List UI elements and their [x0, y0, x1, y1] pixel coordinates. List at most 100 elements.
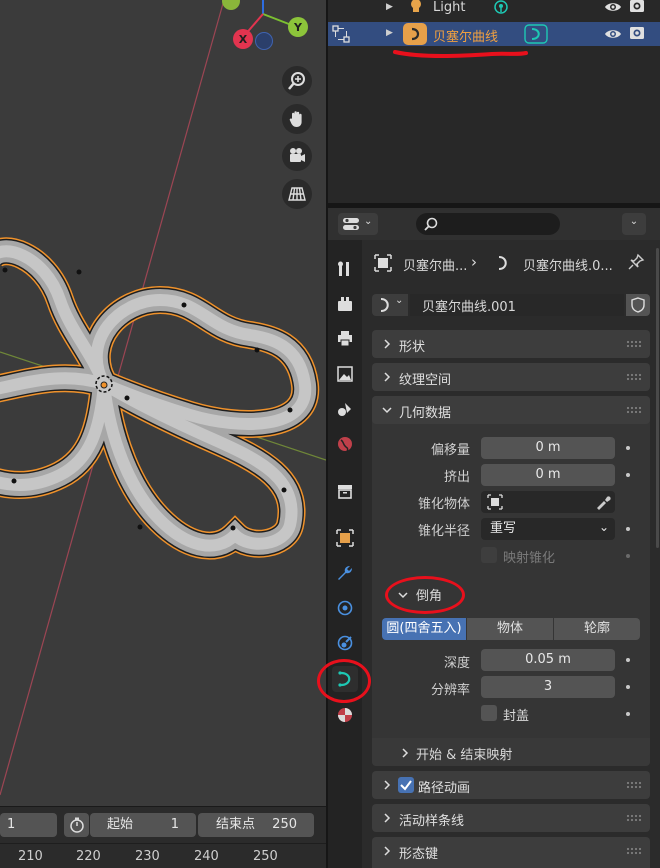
map-taper-checkbox[interactable]	[481, 547, 497, 563]
bevel-mode-object[interactable]: 物体	[467, 618, 553, 640]
bevel-mode-profile[interactable]: 轮廓	[554, 618, 640, 640]
stopwatch-icon	[69, 817, 84, 833]
drag-handle-icon[interactable]	[626, 406, 642, 414]
outliner-row-light[interactable]: ▶ Light	[328, 0, 660, 22]
tab-object[interactable]	[332, 525, 358, 551]
taper-object-field[interactable]	[481, 491, 615, 513]
gizmo-neg-z-ball[interactable]	[255, 32, 273, 50]
properties-editor: ⌄ ⌄ 贝塞尔曲... › 贝塞尔曲线.0... ⌄ 贝塞尔曲线.001 形状 …	[317, 208, 660, 868]
tab-output[interactable]	[332, 326, 358, 352]
panel-active-spline[interactable]: 活动样条线	[372, 804, 650, 832]
current-frame-field[interactable]: 1	[0, 813, 57, 837]
panel-texture-space[interactable]: 纹理空间	[372, 363, 650, 391]
drag-handle-icon[interactable]	[626, 373, 642, 381]
extrude-field[interactable]: 0 m	[481, 464, 615, 486]
editor-type-dropdown[interactable]: ⌄	[338, 213, 378, 235]
tab-scene[interactable]	[332, 396, 358, 422]
panel-path-animation[interactable]: 路径动画	[372, 771, 650, 799]
drag-handle-icon[interactable]	[626, 781, 642, 789]
subpanel-start-end-mapping[interactable]: 开始 & 结束映射	[372, 738, 650, 766]
eyedropper-icon[interactable]	[595, 494, 611, 510]
drag-handle-icon[interactable]	[626, 847, 642, 855]
keyframe-dot-icon[interactable]	[626, 446, 630, 450]
datablock-browse-button[interactable]: ⌄	[372, 294, 408, 316]
render-camera-icon[interactable]	[628, 24, 646, 42]
extrude-value: 0 m	[535, 467, 561, 482]
keyframe-dot-icon[interactable]	[626, 527, 630, 531]
3d-viewport[interactable]: Y X	[0, 0, 326, 806]
fake-user-button[interactable]	[626, 294, 650, 316]
bevel-mode-round[interactable]: 圆(四舍五入)	[382, 618, 466, 640]
perspective-toggle-button[interactable]	[282, 179, 312, 209]
physics-icon	[337, 635, 353, 651]
collection-icon	[338, 485, 352, 499]
chevron-right-icon	[382, 371, 392, 386]
fill-caps-label: 封盖	[503, 709, 530, 724]
keyframe-dot-icon[interactable]	[626, 473, 630, 477]
gizmo-x-ball[interactable]: X	[233, 29, 253, 49]
checkmark-icon	[400, 780, 412, 791]
gizmo-y-ball[interactable]: Y	[288, 17, 308, 37]
pan-button[interactable]	[282, 104, 312, 134]
tab-tool[interactable]	[332, 255, 358, 281]
scene-icon	[338, 403, 351, 416]
light-object-icon	[411, 0, 421, 12]
path-animation-checkbox[interactable]	[398, 777, 414, 793]
chevron-right-icon	[382, 338, 392, 353]
taper-radius-dropdown[interactable]: 重写 ⌄	[481, 518, 615, 540]
depth-field[interactable]: 0.05 m	[481, 649, 615, 671]
light-data-icon[interactable]	[492, 0, 510, 16]
tab-material[interactable]	[332, 702, 358, 728]
options-dropdown[interactable]: ⌄	[622, 213, 646, 235]
tab-physics[interactable]	[332, 630, 358, 656]
preview-range-button[interactable]	[64, 813, 89, 837]
panel-title: 纹理空间	[399, 373, 452, 388]
subpanel-title: 开始 & 结束映射	[416, 748, 513, 763]
fill-caps-checkbox[interactable]	[481, 705, 497, 721]
expand-arrow-icon[interactable]: ▶	[386, 28, 393, 38]
printer-icon	[338, 331, 352, 347]
keyframe-dot-icon[interactable]	[626, 685, 630, 689]
keyframe-dot-icon[interactable]	[626, 554, 630, 558]
render-camera-icon[interactable]	[628, 0, 646, 15]
tab-world[interactable]	[332, 431, 358, 457]
ruler-tick: 220	[76, 849, 101, 864]
start-frame-field[interactable]: 起始 1	[90, 813, 196, 837]
datablock-name-field[interactable]: 贝塞尔曲线.001	[410, 294, 624, 316]
outliner-row-bezier-curve[interactable]: ▶ 贝塞尔曲线	[328, 22, 660, 46]
selection-toggle-icon[interactable]	[332, 25, 350, 43]
drag-handle-icon[interactable]	[626, 814, 642, 822]
hand-icon	[289, 111, 302, 127]
curve-data-icon[interactable]	[524, 24, 548, 44]
panel-geometry[interactable]: 几何数据	[372, 396, 650, 424]
camera-view-button[interactable]	[282, 141, 312, 171]
end-frame-field[interactable]: 结束点 250	[198, 813, 314, 837]
properties-scrollbar[interactable]	[656, 248, 659, 548]
properties-search-field[interactable]	[416, 213, 560, 235]
eye-icon[interactable]	[604, 25, 622, 43]
search-input[interactable]	[442, 215, 552, 233]
chevron-right-icon	[382, 779, 392, 794]
search-icon	[424, 217, 438, 231]
grid-icon	[288, 187, 306, 201]
pin-icon[interactable]	[627, 253, 645, 271]
offset-field[interactable]: 0 m	[481, 437, 615, 459]
expand-arrow-icon[interactable]: ▶	[386, 2, 393, 12]
tab-particles[interactable]	[332, 595, 358, 621]
eye-icon[interactable]	[604, 0, 622, 16]
tab-view-layer[interactable]	[332, 361, 358, 387]
material-icon	[338, 708, 352, 722]
keyframe-dot-icon[interactable]	[626, 712, 630, 716]
tab-render[interactable]	[332, 291, 358, 317]
zoom-button[interactable]	[282, 66, 312, 96]
tab-collection[interactable]	[332, 478, 358, 504]
panel-shape[interactable]: 形状	[372, 330, 650, 358]
breadcrumb-data: 贝塞尔曲线.0...	[523, 259, 613, 274]
drag-handle-icon[interactable]	[626, 340, 642, 348]
resolution-value: 3	[543, 679, 553, 694]
curve-object-icon	[403, 23, 427, 45]
resolution-field[interactable]: 3	[481, 676, 615, 698]
keyframe-dot-icon[interactable]	[626, 658, 630, 662]
panel-shape-keys[interactable]: 形态键	[372, 837, 650, 868]
tab-modifiers[interactable]	[332, 560, 358, 586]
